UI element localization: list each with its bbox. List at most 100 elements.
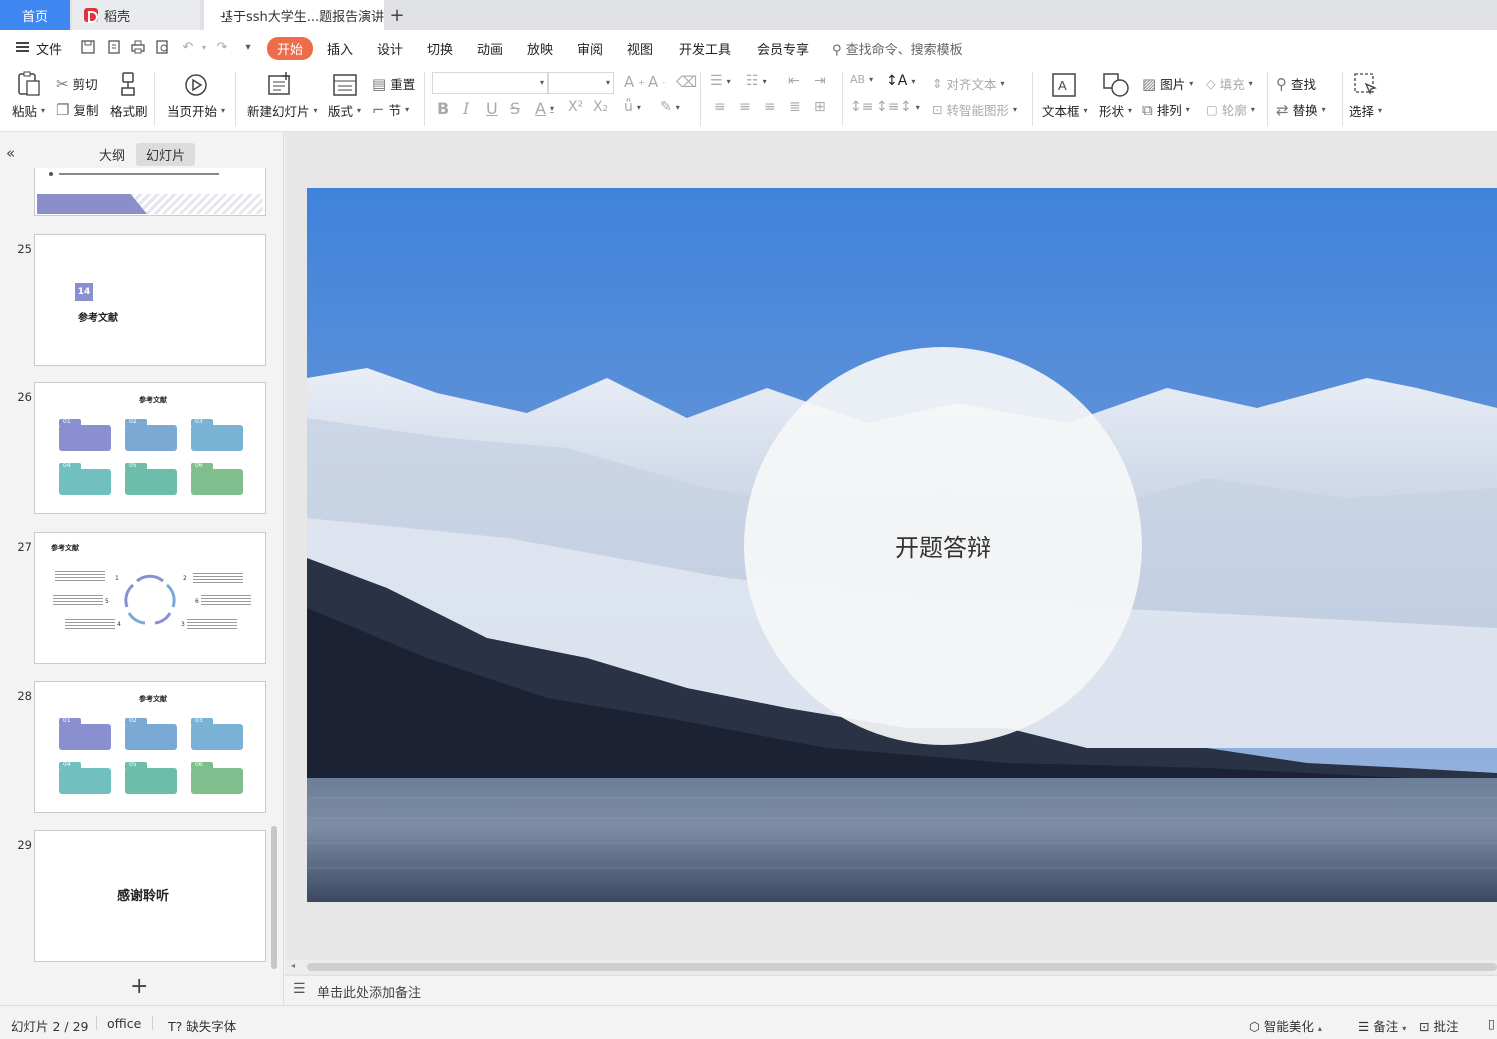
play-icon[interactable]: [183, 72, 211, 100]
picture-button[interactable]: ▨ 图片 ▾: [1142, 74, 1193, 93]
layout-icon[interactable]: [332, 72, 360, 100]
shape-icon[interactable]: [1102, 72, 1130, 100]
bullet-list-icon[interactable]: ☰ ▾: [710, 73, 731, 89]
tab-daoke[interactable]: 稻壳: [72, 0, 200, 30]
tab-document[interactable]: 基于ssh大学生...题报告演讲: [204, 0, 384, 30]
to-smartart-button[interactable]: ⊡ 转智能图形 ▾: [932, 100, 1017, 119]
superscript-icon[interactable]: X²: [568, 99, 583, 115]
increase-font-icon[interactable]: A +: [624, 73, 645, 91]
font-name-select[interactable]: ▾: [432, 72, 548, 94]
notes-placeholder[interactable]: 单击此处添加备注: [317, 982, 421, 1001]
new-slide-icon[interactable]: [266, 70, 294, 98]
tab-outline[interactable]: 大纲: [89, 143, 135, 166]
replace-button[interactable]: ⇄ 替换 ▾: [1276, 100, 1326, 119]
slide-thumbnail-27[interactable]: 参考文献 1 2 3 4 5 6: [34, 532, 266, 664]
textbox-button[interactable]: 文本框 ▾: [1042, 101, 1088, 120]
redo-icon[interactable]: ↷: [214, 40, 230, 56]
menu-animations[interactable]: 动画: [477, 39, 503, 58]
paste-icon[interactable]: [16, 70, 44, 98]
cut-button[interactable]: ✂ 剪切: [56, 74, 98, 93]
spacing-dropdown-icon[interactable]: ↕ ▾: [900, 99, 920, 115]
notes-pane[interactable]: ☰ 单击此处添加备注: [285, 975, 1497, 1005]
smart-beautify-button[interactable]: ⬡ 智能美化 ▴: [1249, 1016, 1322, 1035]
find-button[interactable]: ⚲ 查找: [1276, 74, 1316, 93]
bold-icon[interactable]: B: [437, 99, 449, 118]
arrange-button[interactable]: ⧉ 排列 ▾: [1142, 100, 1190, 119]
slide-thumbnail-24[interactable]: [34, 168, 266, 216]
normal-view-icon[interactable]: ▯: [1488, 1016, 1495, 1031]
tab-slides[interactable]: 幻灯片: [136, 143, 196, 166]
line-spacing-icon[interactable]: ↕≡: [850, 99, 873, 115]
export-pdf-icon[interactable]: [106, 40, 122, 56]
print-preview-icon[interactable]: [155, 40, 171, 56]
align-text-button[interactable]: ⇕ 对齐文本 ▾: [932, 74, 1005, 93]
slide-thumbnail-29[interactable]: 感谢聆听: [34, 830, 266, 962]
fill-button[interactable]: ◇ 填充 ▾: [1206, 74, 1253, 93]
missing-font-button[interactable]: T? 缺失字体: [168, 1016, 236, 1035]
strikethrough-icon[interactable]: S: [510, 99, 520, 118]
text-direction-icon[interactable]: ↕A ▾: [886, 73, 915, 89]
menu-view[interactable]: 视图: [627, 39, 653, 58]
font-color-icon[interactable]: A ▾: [535, 99, 554, 118]
phonetic-icon[interactable]: ǚ ▾: [624, 99, 641, 115]
shape-button[interactable]: 形状 ▾: [1099, 101, 1132, 120]
undo-icon[interactable]: ↶: [180, 40, 196, 56]
reset-button[interactable]: ▤ 重置: [372, 74, 415, 93]
thumbnail-scrollbar[interactable]: [271, 826, 277, 969]
scroll-left-icon[interactable]: ◂: [291, 961, 295, 970]
menu-slideshow[interactable]: 放映: [527, 39, 553, 58]
menu-member[interactable]: 会员专享: [757, 39, 809, 58]
slide-thumbnail-25[interactable]: 14 参考文献: [34, 234, 266, 366]
tab-home[interactable]: 首页: [0, 0, 70, 30]
decrease-font-icon[interactable]: A-: [648, 73, 665, 91]
menu-review[interactable]: 审阅: [577, 39, 603, 58]
format-painter-icon[interactable]: [116, 70, 144, 98]
highlight-icon[interactable]: ✎ ▾: [660, 99, 680, 115]
increase-indent-icon[interactable]: ⇥: [814, 73, 826, 89]
section-button[interactable]: ⌐ 节 ▾: [372, 100, 409, 119]
italic-icon[interactable]: I: [463, 99, 469, 118]
print-icon[interactable]: [130, 40, 146, 56]
numbered-list-icon[interactable]: ☷ ▾: [746, 73, 767, 89]
decrease-indent-icon[interactable]: ⇤: [788, 73, 800, 89]
new-slide-button[interactable]: 新建幻灯片 ▾: [247, 101, 318, 120]
select-button[interactable]: 选择 ▾: [1349, 101, 1382, 120]
font-size-select[interactable]: ▾: [548, 72, 614, 94]
clear-format-icon[interactable]: ⌫: [676, 73, 697, 91]
align-left-icon[interactable]: ≡: [714, 99, 726, 115]
copy-button[interactable]: ❐ 复制: [56, 100, 98, 119]
undo-dropdown-icon[interactable]: ▾: [196, 40, 212, 56]
slide-thumbnail-26[interactable]: 参考文献 01 02 03 04 05 06: [34, 382, 266, 514]
format-painter-button[interactable]: 格式刷: [110, 101, 148, 120]
subscript-icon[interactable]: X₂: [593, 99, 608, 115]
outline-button[interactable]: ▢ 轮廓 ▾: [1206, 100, 1255, 119]
notes-toggle-button[interactable]: ☰ 备注 ▾: [1358, 1016, 1406, 1035]
justify-icon[interactable]: ≣: [789, 99, 801, 115]
collapse-panel-icon[interactable]: «: [6, 144, 15, 162]
customize-toolbar-icon[interactable]: ▾: [240, 40, 256, 56]
distribute-icon[interactable]: ⊞: [814, 99, 826, 115]
from-current-button[interactable]: 当页开始 ▾: [167, 101, 225, 120]
comments-button[interactable]: ⊡ 批注: [1419, 1016, 1458, 1035]
horizontal-scrollbar[interactable]: ◂: [285, 960, 1497, 974]
text-columns-icon[interactable]: AB ▾: [850, 73, 873, 86]
align-center-icon[interactable]: ≡: [739, 99, 751, 115]
underline-icon[interactable]: U: [486, 99, 498, 118]
add-slide-button[interactable]: +: [130, 974, 148, 999]
paste-button[interactable]: 粘贴 ▾: [12, 101, 45, 120]
slide-thumbnail-28[interactable]: 参考文献 01 02 03 04 05 06: [34, 681, 266, 813]
select-icon[interactable]: [1353, 72, 1381, 100]
menu-insert[interactable]: 插入: [327, 39, 353, 58]
horizontal-scroll-thumb[interactable]: [307, 963, 1497, 971]
new-tab-button[interactable]: +: [386, 0, 408, 30]
menu-design[interactable]: 设计: [377, 39, 403, 58]
menu-developer[interactable]: 开发工具: [679, 39, 731, 58]
current-slide[interactable]: 开题答辩: [307, 188, 1497, 902]
menu-transitions[interactable]: 切换: [427, 39, 453, 58]
textbox-icon[interactable]: A: [1051, 72, 1079, 100]
save-icon[interactable]: [80, 40, 96, 56]
menu-home[interactable]: 开始: [267, 37, 314, 60]
menu-file[interactable]: 文件: [36, 39, 62, 58]
slide-title[interactable]: 开题答辩: [744, 528, 1142, 563]
paragraph-spacing-icon[interactable]: ↕≡: [876, 99, 899, 115]
